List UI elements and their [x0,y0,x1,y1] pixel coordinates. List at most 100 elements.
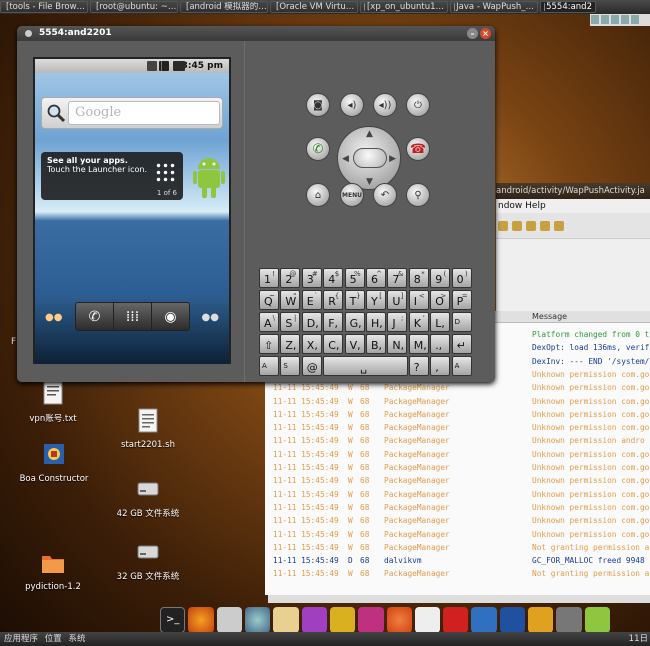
android-icon[interactable] [584,607,611,633]
toolbar-icon[interactable] [512,221,522,231]
places-menu[interactable]: 位置 [45,634,62,644]
power-button[interactable]: ⏻ [406,93,430,117]
toolbar-icon[interactable] [526,221,536,231]
key-enter[interactable]: ↵ [451,334,472,354]
browser-globe-icon[interactable]: ◉ [152,303,189,330]
key-s[interactable]: S | [280,312,301,332]
key-o[interactable]: O > [430,290,451,310]
key-0[interactable]: 0) [451,268,472,288]
key-9[interactable]: 9( [430,268,451,288]
calculator-icon[interactable] [216,607,242,633]
key-w[interactable]: W " [280,290,301,310]
panel-clock[interactable]: 11日 [629,632,648,646]
key-6[interactable]: 6 ^ [366,268,386,288]
desktop-icon-start2201[interactable]: start2201.sh [118,408,178,450]
key-shift[interactable]: ⇧ [259,334,279,354]
key-n[interactable]: N, [387,334,408,354]
key-4[interactable]: 4 $ [323,268,344,288]
music-icon[interactable] [358,607,384,633]
desktop-icon-drive-42[interactable]: 42 GB 文件系统 [114,475,182,519]
key-d[interactable]: D, [301,312,322,332]
firefox-icon[interactable] [188,607,214,633]
key-r[interactable]: R{ [323,290,344,310]
dpad-center-button[interactable] [353,148,387,168]
google-search-widget[interactable]: Google [41,97,223,129]
taskbar-item[interactable]: [tools - File Brow… [0,1,88,13]
document-icon[interactable] [414,607,441,633]
emulator-titlebar[interactable]: 5554:and2201 – × [17,26,495,41]
desktop-icon-drive-32[interactable]: 32 GB 文件系统 [114,538,182,582]
key-k[interactable]: K ' [408,312,429,332]
key-1[interactable]: 1! [259,268,279,288]
dpad[interactable]: ▲ ▼ ◀ ▶ [337,126,401,190]
log-row[interactable]: 11-11 15:45:49 W 68 PackageManager Unknown p… [265,488,650,501]
key-f[interactable]: F, [323,312,344,332]
taskbar-item[interactable]: [Oracle VM Virtu… [270,1,358,13]
menu-button[interactable]: MENU [340,183,364,207]
taskbar-item[interactable]: Java - WapPush_… [450,1,538,13]
key-7[interactable]: 7 & [387,268,408,288]
taskbar-item[interactable]: [android 模拟器的… [180,1,268,13]
device-screen[interactable]: 3:45 pm Google See all your apps. Touch … [33,57,231,364]
key-u[interactable]: U] [387,290,408,310]
key-z[interactable]: Z, [280,334,301,354]
close-button[interactable]: × [480,28,491,39]
power-icon[interactable] [443,607,469,633]
apps-menu[interactable]: 应用程序 [4,634,38,644]
camera-button[interactable]: ◙ [306,93,330,117]
game-icon[interactable] [528,607,554,633]
taskbar-item[interactable]: [root@ubuntu: ~… [90,1,178,13]
terminal-icon[interactable]: >_ [160,607,186,633]
toolbar-icon[interactable] [554,221,564,231]
dpad-down-icon[interactable]: ▼ [366,177,373,187]
log-row[interactable]: 11-11 15:45:49 W 68 PackageManager Unknown p… [265,408,650,421]
home-button[interactable]: ⌂ [306,183,330,207]
desktop-icon-pydiction[interactable]: pydiction-1.2 [22,550,84,592]
key-b[interactable]: B, [366,334,386,354]
key-3[interactable]: 3 # [301,268,322,288]
google-search-input[interactable]: Google [68,101,220,125]
launcher-icon[interactable]: ⁞⁞⁞ [114,303,152,330]
settings-icon[interactable] [499,607,526,633]
log-row[interactable]: 11-11 15:45:49 W 68 PackageManager Not grant… [265,541,650,554]
key-period[interactable]: ., [430,334,451,354]
key-j[interactable]: J; [387,312,408,332]
tool-icon[interactable] [556,607,582,633]
volume-up-button[interactable]: ◂)) [373,93,397,117]
call-button[interactable]: ✆ [306,137,330,161]
dpad-right-icon[interactable]: ▶ [389,154,396,164]
toolbar-icon[interactable] [498,221,508,231]
logcat-scrollbar[interactable] [268,595,650,603]
key-m[interactable]: M, [408,334,429,354]
key-p[interactable]: P = [451,290,472,310]
log-row[interactable]: 11-11 15:45:49 W 68 PackageManager Not grant… [265,567,650,580]
media-icon[interactable] [301,607,327,633]
key-h[interactable]: H, [366,312,386,332]
log-row[interactable]: 11-11 15:45:49 W 68 PackageManager Unknown p… [265,528,650,541]
ide-menubar[interactable]: ndow Help [496,199,650,213]
page-indicator-left[interactable]: ●● [45,312,62,323]
key-5[interactable]: 5% [344,268,365,288]
key-question[interactable]: ? [408,356,429,376]
log-row[interactable]: 11-11 15:45:49 D 68 dalvikvm GC_FOR_MALLOC f… [265,554,650,567]
key-alt-left[interactable]: A [259,356,279,376]
key-sym[interactable]: S [280,356,301,376]
taskbar-item[interactable]: 5554:and2 [540,1,596,13]
log-row[interactable]: 11-11 15:45:49 W 68 PackageManager Unknown p… [265,514,650,527]
key-t[interactable]: T} [344,290,365,310]
log-row[interactable]: 11-11 15:45:49 W 68 PackageManager Unknown p… [265,448,650,461]
key-q[interactable]: Q ~ [259,290,279,310]
key-a[interactable]: A \ [259,312,279,332]
log-row[interactable]: 11-11 15:45:49 W 68 PackageManager Unknown p… [265,461,650,474]
log-row[interactable]: 11-11 15:45:49 W 68 PackageManager Unknown p… [265,381,650,394]
taskbar-item[interactable]: [xp_on_ubuntu1… [360,1,448,13]
volume-down-button[interactable]: ◂) [340,93,364,117]
toolbar-icon[interactable] [540,221,550,231]
dpad-up-icon[interactable]: ▲ [366,129,373,139]
phone-icon[interactable]: ✆ [76,303,114,330]
key-del[interactable]: D [451,312,472,332]
key-e[interactable]: E ` [301,290,322,310]
page-indicator-right[interactable]: ●● [202,312,219,323]
desktop-icon-boa[interactable]: Boa Constructor [18,442,90,484]
log-row[interactable]: 11-11 15:45:49 W 68 PackageManager Unknown p… [265,474,650,487]
